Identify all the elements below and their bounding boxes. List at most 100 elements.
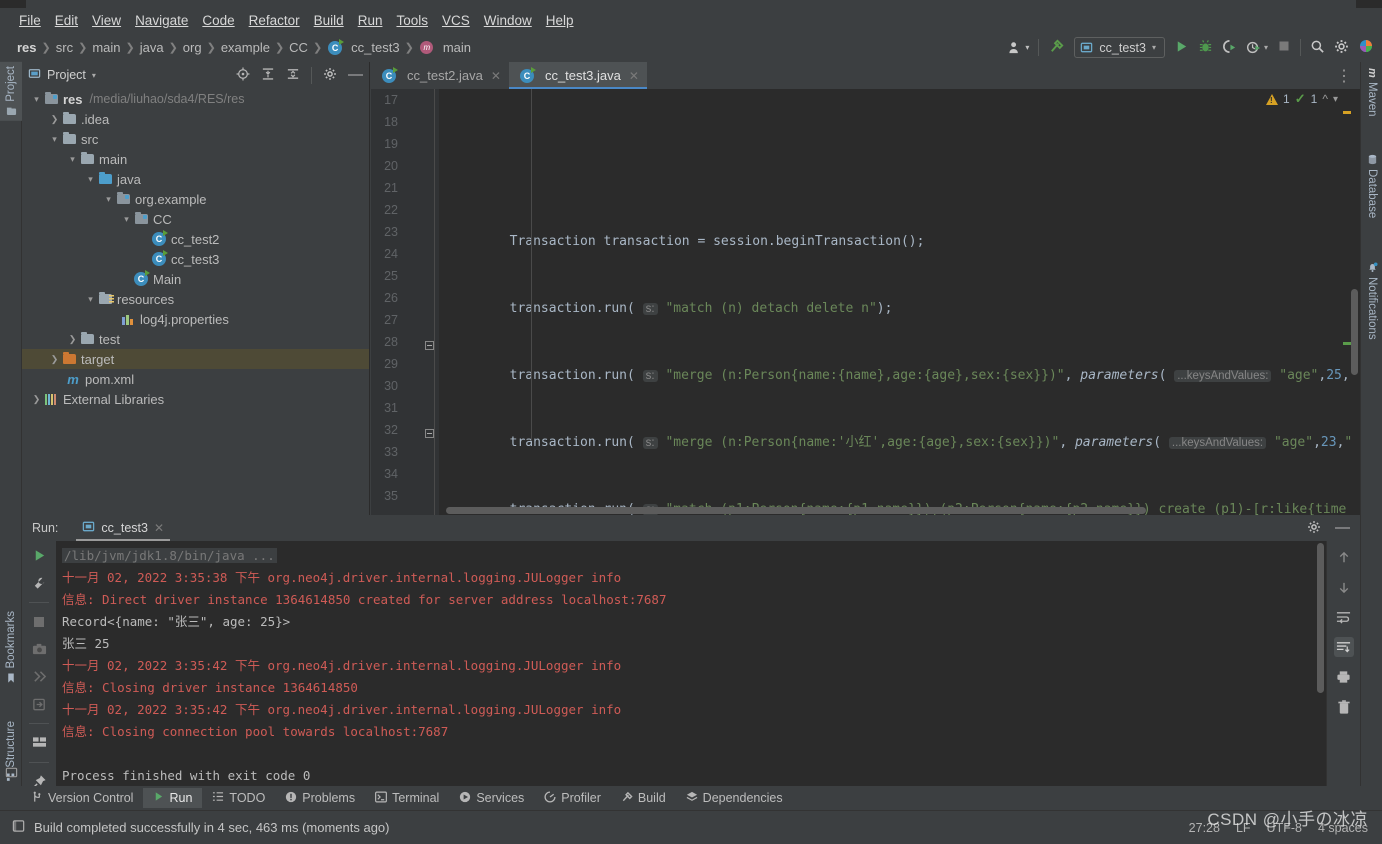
code-lines[interactable]: Transaction transaction = session.beginT… [439, 89, 1360, 515]
chevron-down-icon[interactable]: ▾ [120, 214, 133, 225]
bottom-item-problems[interactable]: Problems [275, 788, 365, 809]
code-fold-toggle[interactable] [425, 429, 434, 438]
run-coverage-icon[interactable] [1222, 39, 1237, 57]
stop-square-icon[interactable] [1277, 39, 1291, 56]
menu-item-edit[interactable]: Edit [48, 11, 85, 30]
tree-row-main-class[interactable]: C Main [22, 269, 369, 289]
chevron-down-icon[interactable]: ▾ [30, 94, 43, 105]
run-play-icon[interactable] [1174, 39, 1189, 57]
chevron-down-icon[interactable]: ▾ [66, 154, 79, 165]
idea-logo-icon[interactable] [1358, 38, 1374, 57]
tree-row-res[interactable]: ▾ res /media/liuhao/sda4/RES/res [22, 89, 369, 109]
editor-vertical-scrollbar[interactable] [1351, 289, 1358, 375]
gear-icon[interactable] [1334, 39, 1349, 57]
project-panel-title-group[interactable]: Project ▾ [28, 67, 96, 83]
bottom-item-profiler[interactable]: Profiler [534, 788, 611, 809]
bottom-item-todo[interactable]: TODO [202, 788, 275, 808]
breadcrumb-src[interactable]: src [53, 39, 76, 56]
chevron-down-icon[interactable]: ▾ [48, 134, 61, 145]
menu-item-code[interactable]: Code [195, 11, 241, 30]
menu-item-navigate[interactable]: Navigate [128, 11, 195, 30]
breadcrumb-example[interactable]: example [218, 39, 273, 56]
sidebar-item-notifications[interactable]: Notifications [1361, 258, 1382, 344]
wrench-icon[interactable] [29, 575, 49, 593]
minimize-icon[interactable]: — [1335, 520, 1350, 535]
editor-horizontal-scrollbar[interactable] [446, 507, 1146, 514]
file-encoding[interactable]: UTF-8 [1267, 821, 1302, 835]
chevron-right-icon[interactable]: ❯ [66, 334, 79, 345]
breadcrumb-cc[interactable]: CC [286, 39, 311, 56]
sidebar-item-project[interactable]: Project [0, 62, 22, 121]
arrow-up-icon[interactable] [1334, 547, 1354, 567]
arrow-down-icon[interactable] [1334, 577, 1354, 597]
breadcrumb-java[interactable]: java [137, 39, 167, 56]
user-icon[interactable]: ▾ [1008, 40, 1029, 55]
code-fold-toggle[interactable] [425, 341, 434, 350]
chevron-down-icon[interactable]: ▾ [84, 174, 97, 185]
thread-dump-icon[interactable] [29, 668, 49, 686]
tree-row-org-example[interactable]: ▾ org.example [22, 189, 369, 209]
project-tree[interactable]: ▾ res /media/liuhao/sda4/RES/res ❯ .idea… [22, 89, 369, 515]
profile-clock-icon[interactable]: ▾ [1246, 40, 1268, 55]
gear-icon[interactable] [323, 67, 337, 84]
menu-item-view[interactable]: View [85, 11, 128, 30]
breadcrumb-cc-test3[interactable]: C cc_test3 [324, 38, 402, 56]
sidebar-item-bookmarks[interactable]: Bookmarks [0, 607, 22, 688]
stop-square-icon[interactable] [29, 613, 49, 631]
tree-row-pom[interactable]: m pom.xml [22, 369, 369, 389]
build-status-icon[interactable] [12, 819, 26, 836]
menu-item-vcs[interactable]: VCS [435, 11, 477, 30]
menu-item-run[interactable]: Run [351, 11, 390, 30]
tree-row-target[interactable]: ❯ target [22, 349, 369, 369]
camera-icon[interactable] [29, 641, 49, 659]
menu-item-refactor[interactable]: Refactor [242, 11, 307, 30]
tree-row-cc[interactable]: ▾ CC [22, 209, 369, 229]
tree-row-test[interactable]: ❯ test [22, 329, 369, 349]
run-panel-tab[interactable]: cc_test3 ✕ [76, 518, 170, 541]
bottom-item-version-control[interactable]: Version Control [22, 788, 143, 809]
tree-row-log4j[interactable]: log4j.properties [22, 309, 369, 329]
console-output[interactable]: /lib/jvm/jdk1.8/bin/java ... 十一月 02, 202… [56, 541, 1326, 790]
trash-icon[interactable] [1334, 697, 1354, 717]
run-configuration-selector[interactable]: cc_test3 ▾ [1074, 37, 1165, 58]
layout-icon[interactable] [29, 734, 49, 752]
code-line-18[interactable]: Transaction transaction = session.beginT… [439, 231, 1360, 253]
chevron-right-icon[interactable]: ❯ [48, 354, 61, 365]
bottom-item-run[interactable]: Run [143, 788, 203, 808]
print-icon[interactable] [1334, 667, 1354, 687]
breadcrumb-main[interactable]: main [89, 39, 123, 56]
code-line-19[interactable]: transaction.run( s: "match (n) detach de… [439, 298, 1360, 320]
sidebar-item-maven[interactable]: m Maven [1361, 64, 1382, 120]
tree-row-resources[interactable]: ▾ resources [22, 289, 369, 309]
menu-item-build[interactable]: Build [307, 11, 351, 30]
gutter-ok-marker[interactable] [1343, 342, 1351, 345]
chevron-right-icon[interactable]: ❯ [30, 394, 43, 405]
chevron-up-icon[interactable]: ^ [1322, 92, 1328, 106]
scroll-to-end-icon[interactable] [1333, 637, 1354, 657]
tree-row-src[interactable]: ▾ src [22, 129, 369, 149]
close-icon[interactable]: ✕ [629, 69, 639, 83]
breadcrumb-res[interactable]: res [14, 39, 40, 56]
editor-tab-cc-test3[interactable]: C cc_test3.java ✕ [508, 62, 647, 89]
soft-wrap-icon[interactable] [1334, 607, 1354, 627]
code-line-21[interactable]: transaction.run( s: "merge (n:Person{nam… [439, 432, 1360, 454]
search-icon[interactable] [1310, 39, 1325, 57]
hide-tool-windows-icon[interactable] [5, 766, 18, 784]
chevron-down-icon[interactable]: ▾ [84, 294, 97, 305]
tree-row-external-libraries[interactable]: ❯ External Libraries [22, 389, 369, 409]
export-icon[interactable] [29, 696, 49, 714]
tree-row-idea[interactable]: ❯ .idea [22, 109, 369, 129]
debug-bug-icon[interactable] [1198, 39, 1213, 57]
code-line-20[interactable]: transaction.run( s: "merge (n:Person{nam… [439, 365, 1360, 387]
bottom-item-terminal[interactable]: Terminal [365, 788, 449, 809]
minimize-icon[interactable]: — [348, 67, 363, 82]
inspection-widget[interactable]: 1 ✓ 1 ^ ▾ [1266, 91, 1338, 107]
chevron-down-icon[interactable]: ▾ [1333, 94, 1338, 105]
rerun-play-icon[interactable] [29, 547, 49, 565]
tree-row-cc-test2[interactable]: C cc_test2 [22, 229, 369, 249]
menu-item-file[interactable]: File [12, 11, 48, 30]
caret-position[interactable]: 27:28 [1189, 821, 1220, 835]
editor-gutter[interactable]: 17 18 19 20 21 22 23 24 25 26 27 28 29 3… [371, 89, 439, 515]
tree-row-java[interactable]: ▾ java [22, 169, 369, 189]
tree-row-cc-test3[interactable]: C cc_test3 [22, 249, 369, 269]
